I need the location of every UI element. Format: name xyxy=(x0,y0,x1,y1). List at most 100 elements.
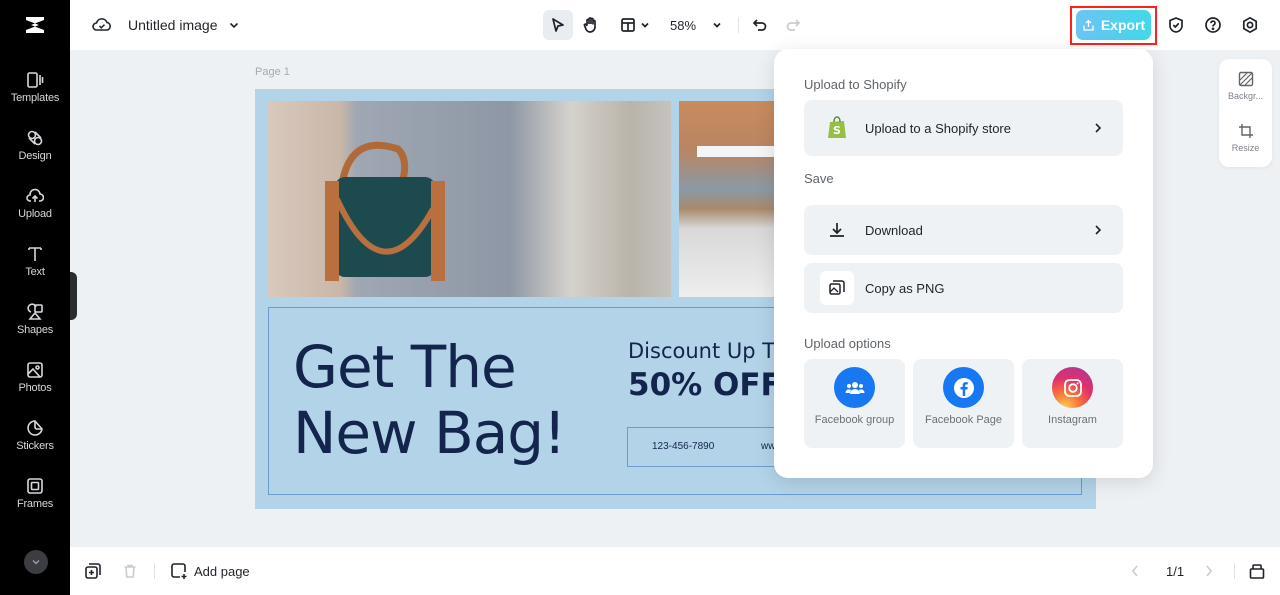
facebook-icon xyxy=(943,367,984,408)
upload-facebook-page[interactable]: Facebook Page xyxy=(913,359,1014,448)
resize-icon xyxy=(1238,124,1253,138)
upload-instagram[interactable]: Instagram xyxy=(1022,359,1123,448)
export-label: Export xyxy=(1100,17,1146,33)
chevron-down-icon[interactable] xyxy=(228,19,240,31)
sidebar-item-label: Frames xyxy=(16,497,54,510)
export-button[interactable]: Export xyxy=(1076,10,1151,40)
chevron-down-icon xyxy=(641,22,649,28)
sidebar-item-upload[interactable]: Upload xyxy=(0,178,70,228)
design-icon xyxy=(27,130,43,145)
shopify-icon: S xyxy=(820,111,854,145)
redo-button[interactable] xyxy=(781,10,805,40)
delete-page-button[interactable] xyxy=(122,559,138,583)
copy-as-png-item[interactable]: Copy as PNG xyxy=(804,263,1123,313)
shapes-icon xyxy=(27,302,43,320)
instagram-icon xyxy=(1052,367,1093,408)
sidebar-item-frames[interactable]: Frames xyxy=(0,468,70,518)
sidebar-item-label: Design xyxy=(18,149,52,162)
phone-number[interactable]: 123-456-7890 xyxy=(652,441,714,452)
tooltip-pointer xyxy=(697,146,777,157)
resize-button[interactable]: Resize xyxy=(1219,123,1272,153)
duplicate-icon xyxy=(85,563,101,579)
text-icon xyxy=(28,246,42,261)
download-item[interactable]: Download xyxy=(804,205,1123,255)
sidebar-item-templates[interactable]: Templates xyxy=(0,62,70,112)
select-pointer-icon xyxy=(552,18,564,32)
chevron-right-icon xyxy=(1095,225,1102,235)
frames-icon xyxy=(27,477,43,494)
sidebar-item-shapes[interactable]: Shapes xyxy=(0,294,70,344)
page-indicator: 1/1 xyxy=(1166,563,1185,579)
bottom-divider xyxy=(154,563,155,579)
hand-pan-icon xyxy=(583,17,596,33)
undo-icon xyxy=(752,19,767,31)
sidebar-item-label: Stickers xyxy=(16,439,54,452)
capcut-logo-icon[interactable] xyxy=(0,0,70,50)
sidebar-item-label: Shapes xyxy=(16,323,54,336)
export-dropdown-menu: Upload to Shopify S Upload to a Shopify … xyxy=(774,49,1153,478)
sidebar-item-label: Upload xyxy=(18,207,52,220)
stickers-icon xyxy=(27,419,43,436)
zoom-level-dropdown[interactable]: 58% xyxy=(666,10,726,40)
duplicate-page-button[interactable] xyxy=(84,559,102,583)
sidebar-item-label: Photos xyxy=(18,381,52,394)
upload-cloud-icon xyxy=(26,188,44,202)
sidebar-item-text[interactable]: Text xyxy=(0,236,70,286)
select-tool-button[interactable] xyxy=(543,10,573,40)
zoom-value: 58% xyxy=(669,17,697,33)
chevron-left-icon xyxy=(1131,565,1138,577)
redo-icon xyxy=(786,19,801,31)
sidebar-collapse-handle[interactable] xyxy=(70,272,77,320)
cloud-saved-icon[interactable] xyxy=(92,16,112,34)
toolbar-divider xyxy=(738,17,739,33)
discount-subtitle[interactable]: Discount Up T xyxy=(628,339,775,363)
photos-icon xyxy=(27,361,43,378)
upload-facebook-group[interactable]: Facebook group xyxy=(804,359,905,448)
hand-tool-button[interactable] xyxy=(576,10,606,40)
sidebar-item-photos[interactable]: Photos xyxy=(0,352,70,402)
document-title[interactable]: Untitled image xyxy=(128,17,218,33)
handbag-image xyxy=(325,141,445,281)
undo-button[interactable] xyxy=(748,10,772,40)
next-page-button[interactable] xyxy=(1204,559,1214,583)
layout-icon xyxy=(621,18,635,32)
help-icon xyxy=(1205,17,1221,33)
background-button[interactable]: Backgr... xyxy=(1219,71,1272,101)
sidebar-item-label: Text xyxy=(25,265,45,278)
prev-page-button[interactable] xyxy=(1130,559,1140,583)
settings-button[interactable] xyxy=(1238,10,1262,40)
bag-photo[interactable] xyxy=(268,101,671,297)
page-label: Page 1 xyxy=(255,66,290,78)
svg-text:S: S xyxy=(833,124,841,137)
chevron-down-icon xyxy=(713,22,721,28)
copy-image-icon xyxy=(820,271,854,305)
sidebar-item-label: Templates xyxy=(10,91,60,104)
settings-icon xyxy=(1242,16,1258,34)
templates-icon xyxy=(27,71,44,88)
pages-panel-icon xyxy=(1249,564,1265,579)
page-panel-toggle[interactable] xyxy=(1248,559,1266,583)
add-page-icon xyxy=(171,563,187,579)
section-title-shopify: Upload to Shopify xyxy=(804,77,907,92)
add-page-button[interactable]: Add page xyxy=(170,559,250,583)
discount-amount[interactable]: 50% OFF xyxy=(628,367,782,403)
section-title-save: Save xyxy=(804,171,834,186)
sidebar-more-button[interactable] xyxy=(24,550,48,574)
help-button[interactable] xyxy=(1201,10,1225,40)
headline-text[interactable]: Get The New Bag! xyxy=(293,334,566,466)
left-sidebar: Templates Design Upload Text Shapes Phot… xyxy=(0,0,70,595)
download-icon xyxy=(820,213,854,247)
sidebar-item-stickers[interactable]: Stickers xyxy=(0,410,70,460)
export-share-icon xyxy=(1083,19,1094,31)
chevron-down-icon xyxy=(32,560,40,565)
shield-button[interactable] xyxy=(1164,10,1188,40)
upload-shopify-item[interactable]: S Upload to a Shopify store xyxy=(804,100,1123,156)
bottom-toolbar: Add page 1/1 xyxy=(70,547,1280,595)
bottom-divider xyxy=(1234,563,1235,579)
section-title-upload-options: Upload options xyxy=(804,336,891,351)
layout-dropdown-button[interactable] xyxy=(617,10,653,40)
background-icon xyxy=(1238,71,1253,87)
sidebar-item-design[interactable]: Design xyxy=(0,120,70,170)
chevron-right-icon xyxy=(1095,123,1102,133)
shield-check-icon xyxy=(1169,17,1183,33)
